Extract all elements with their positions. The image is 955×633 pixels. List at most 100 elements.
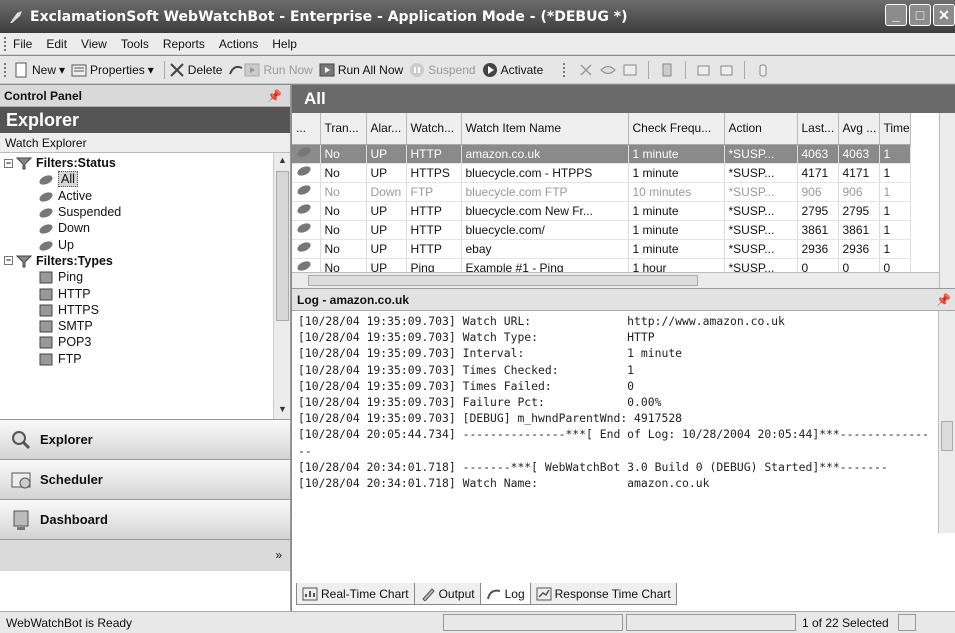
table-row[interactable]: No UP HTTPS bluecycle.com - HTPPS 1 minute *S… xyxy=(292,163,911,183)
column-header[interactable]: Avg ... xyxy=(838,113,880,145)
run-all-now-button[interactable]: Run All Now xyxy=(319,62,403,78)
scroll-up-arrow[interactable]: ▲ xyxy=(276,155,289,168)
tree-item[interactable]: All xyxy=(0,171,290,188)
suspend-button[interactable]: Suspend xyxy=(409,62,476,78)
table-row[interactable]: No UP HTTP bluecycle.com/1 minute *SUSP... 38… xyxy=(292,220,911,240)
nav-dashboard-button[interactable]: Dashboard xyxy=(0,499,290,539)
app-logo-icon xyxy=(10,10,22,23)
log-scroll-thumb[interactable] xyxy=(941,421,953,451)
table-cell: UP xyxy=(366,239,407,259)
table-cell: UP xyxy=(366,163,407,183)
eye-icon[interactable] xyxy=(600,62,616,78)
tree-item[interactable]: POP3 xyxy=(0,334,290,350)
table-cell: bluecycle.com - HTPPS xyxy=(461,163,629,183)
toolbar2-grip[interactable] xyxy=(563,62,568,77)
nav-scheduler-button[interactable]: Scheduler xyxy=(0,459,290,499)
column-header[interactable]: Alar... xyxy=(366,113,407,145)
tree-item[interactable]: Up xyxy=(0,236,290,252)
watch-status-icon xyxy=(292,239,321,259)
nav-scheduler-label: Scheduler xyxy=(40,472,103,487)
tree-item[interactable]: Ping xyxy=(0,269,290,285)
log-line: [10/28/04 19:35:09.703] Watch URL: http:… xyxy=(298,314,785,328)
menu-tools[interactable]: Tools xyxy=(121,37,149,51)
table-row[interactable]: No UP HTTP ebay 1 minute *SUSP... 2936 2936 1 xyxy=(292,239,911,259)
column-header[interactable]: Action xyxy=(724,113,798,145)
watch-explorer-subheader: Watch Explorer xyxy=(0,133,290,153)
refresh-arrow-icon[interactable] xyxy=(228,62,244,78)
tree-group[interactable]: − Filters:Types xyxy=(0,253,290,269)
column-header[interactable]: ... xyxy=(292,113,321,145)
cancel-x-icon[interactable] xyxy=(578,62,594,78)
column-header[interactable]: Watch Item Name xyxy=(461,113,629,145)
table-cell: 2936 xyxy=(838,239,880,259)
table-cell: amazon.co.uk xyxy=(461,144,629,164)
menu-edit[interactable]: Edit xyxy=(46,37,67,51)
run-now-button[interactable]: Run Now xyxy=(244,62,313,78)
paste-window-icon[interactable] xyxy=(718,62,734,78)
tree-item[interactable]: Down xyxy=(0,220,290,236)
table-cell: *SUSP... xyxy=(724,182,798,202)
log-scrollbar[interactable] xyxy=(938,311,955,533)
menu-view[interactable]: View xyxy=(81,37,107,51)
activate-button[interactable]: Activate xyxy=(482,62,543,78)
clipboard-icon[interactable] xyxy=(659,62,675,78)
tree-item[interactable]: SMTP xyxy=(0,318,290,334)
tree-item[interactable]: Suspended xyxy=(0,204,290,220)
tab-response-time-chart[interactable]: Response Time Chart xyxy=(529,583,677,605)
grid-hscroll-thumb[interactable] xyxy=(308,275,698,286)
column-header[interactable]: Last... xyxy=(797,113,839,145)
close-button[interactable]: ✕ xyxy=(933,4,955,26)
table-row[interactable]: No UP HTTP bluecycle.com New Fr... 1 minute *… xyxy=(292,201,911,221)
log-line: [10/28/04 19:35:09.703] Times Failed: 0 xyxy=(298,378,635,393)
tree-item[interactable]: HTTPS xyxy=(0,302,290,318)
new-document-icon xyxy=(15,62,27,77)
table-cell: 1 xyxy=(879,163,911,183)
menu-help[interactable]: Help xyxy=(272,37,297,51)
delete-button[interactable]: Delete xyxy=(169,62,222,78)
column-header[interactable]: Check Frequ... xyxy=(628,113,725,145)
log-header: Log - amazon.co.uk 📌 xyxy=(292,289,955,311)
column-header[interactable]: Watch... xyxy=(406,113,462,145)
column-header[interactable]: Time xyxy=(879,113,911,145)
pin-icon[interactable]: 📌 xyxy=(936,293,951,307)
menu-file[interactable]: File xyxy=(13,37,32,51)
tree-item[interactable]: Active xyxy=(0,188,290,204)
tree-scrollbar[interactable]: ▲ ▼ xyxy=(273,153,290,419)
tab-log[interactable]: Log xyxy=(479,583,531,605)
chevron-expand-icon[interactable]: » xyxy=(275,548,282,562)
column-header[interactable]: Tran... xyxy=(320,113,367,145)
status-panel-small xyxy=(897,614,916,631)
activate-play-icon xyxy=(482,62,497,77)
suspend-label: Suspend xyxy=(428,62,476,77)
maximize-button[interactable]: □ xyxy=(909,4,931,26)
tree-scroll-thumb[interactable] xyxy=(276,171,289,321)
log-output[interactable]: [10/28/04 19:35:09.703] Watch URL: http:… xyxy=(292,311,955,533)
new-button[interactable]: New ▾ xyxy=(13,62,65,78)
collapse-icon[interactable]: − xyxy=(4,256,13,266)
scroll-down-arrow[interactable]: ▼ xyxy=(276,404,289,417)
tree-group[interactable]: − Filters:Status xyxy=(0,155,290,171)
table-row[interactable]: No Down FTP bluecycle.com FTP 10 minutes *SUS… xyxy=(292,182,911,202)
menu-reports[interactable]: Reports xyxy=(163,37,205,51)
pin-icon[interactable]: 📌 xyxy=(267,89,282,103)
grid-horizontal-scrollbar[interactable] xyxy=(292,272,939,288)
tree-item[interactable]: HTTP xyxy=(0,285,290,301)
collapse-icon[interactable]: − xyxy=(4,158,13,168)
grid-vertical-scrollbar[interactable] xyxy=(939,113,955,288)
minimize-button[interactable]: _ xyxy=(885,4,907,26)
status-eye-icon xyxy=(39,192,53,202)
menu-grip[interactable] xyxy=(4,36,9,51)
control-panel: Control Panel 📌 Explorer Watch Explorer … xyxy=(0,85,291,611)
table-row[interactable]: No UP HTTP amazon.co.uk 1 minute *SUSP... 4063… xyxy=(292,144,911,164)
nav-explorer-button[interactable]: Explorer xyxy=(0,419,290,459)
menu-actions[interactable]: Actions xyxy=(219,37,258,51)
tree-item[interactable]: FTP xyxy=(0,351,290,367)
tab-real-time-chart[interactable]: Real-Time Chart xyxy=(296,583,415,605)
tab-output[interactable]: Output xyxy=(413,583,481,605)
toolbar-grip[interactable] xyxy=(4,62,9,77)
properties-button[interactable]: Properties ▾ xyxy=(71,62,154,78)
hand-icon[interactable] xyxy=(755,62,771,78)
copy-window-icon[interactable] xyxy=(696,62,712,78)
window-icon[interactable] xyxy=(622,62,638,78)
log-line: [10/28/04 19:35:09.703] [DEBUG] m_hwndPa… xyxy=(298,411,683,426)
